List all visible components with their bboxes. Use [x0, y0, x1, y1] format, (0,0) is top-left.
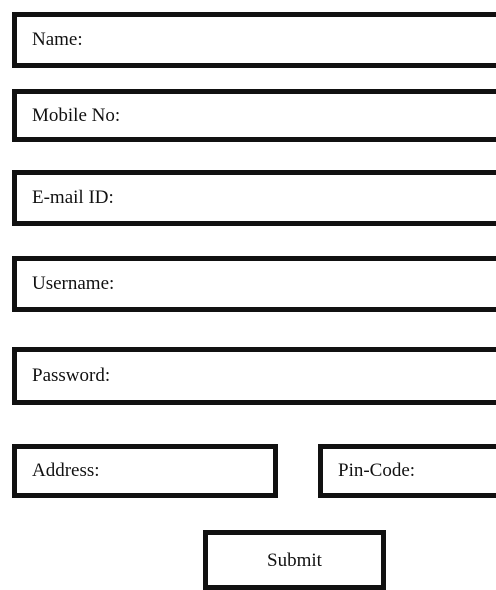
address-label: Address:: [32, 460, 100, 481]
pincode-label: Pin-Code:: [338, 460, 416, 481]
mobile-number-label: Mobile No:: [32, 104, 121, 126]
email-label: E-mail ID:: [32, 187, 114, 208]
address-field[interactable]: Address:: [12, 444, 278, 498]
name-field[interactable]: Name:: [12, 12, 496, 68]
submit-button[interactable]: Submit: [203, 530, 386, 590]
email-field[interactable]: E-mail ID:: [12, 170, 496, 226]
name-label: Name:: [32, 29, 83, 50]
username-field[interactable]: Username:: [12, 256, 496, 312]
username-label: Username:: [32, 273, 115, 294]
mobile-number-field[interactable]: Mobile No:: [12, 89, 496, 142]
password-label: Password:: [32, 365, 111, 386]
submit-button-label: Submit: [267, 550, 322, 571]
password-field[interactable]: Password:: [12, 347, 496, 405]
pincode-field[interactable]: Pin-Code:: [318, 444, 496, 498]
